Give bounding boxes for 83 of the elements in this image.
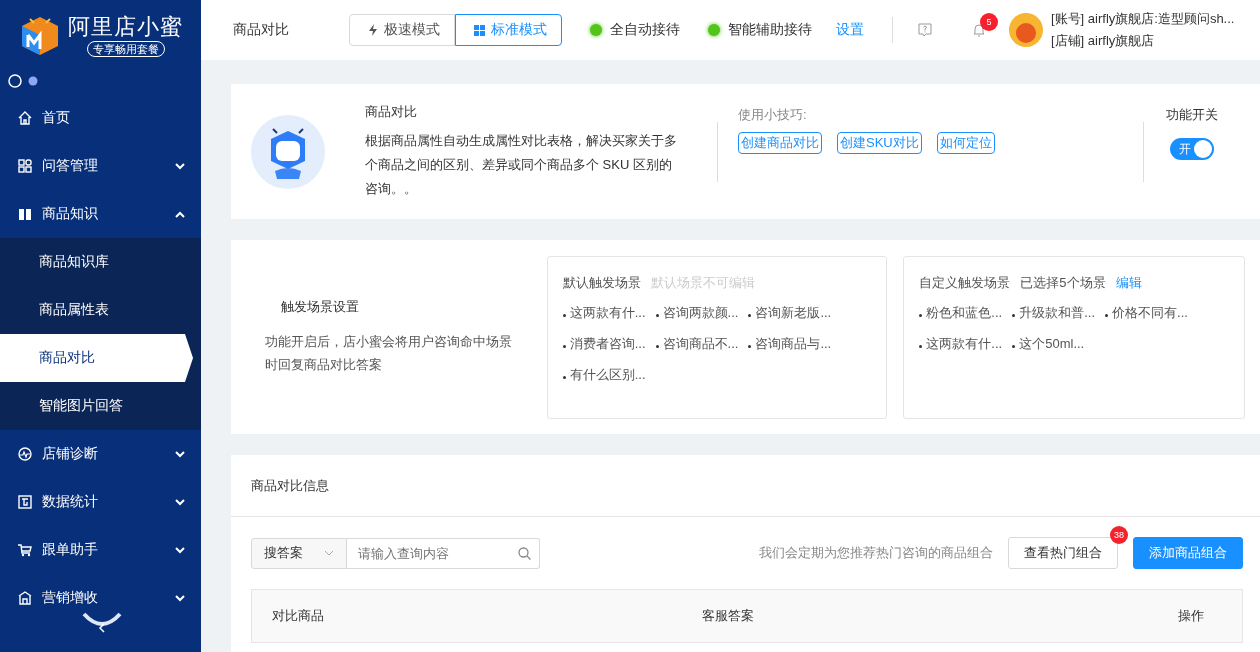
- scenario-item: 有什么区别...: [569, 365, 646, 384]
- bullet-icon: [748, 314, 752, 317]
- app-title: 阿里店小蜜: [68, 13, 183, 40]
- column-header: 对比商品: [271, 607, 324, 625]
- chevron-down-icon: [175, 546, 185, 554]
- book-icon: [17, 206, 33, 222]
- mode-tab[interactable]: 极速模式: [349, 14, 455, 46]
- tips-label: 使用小技巧:: [738, 106, 808, 124]
- count-badge: 38: [1110, 526, 1128, 544]
- menu-item[interactable]: 跟单助手: [0, 526, 201, 574]
- scenario-item: 升级款和普...: [1019, 303, 1096, 322]
- panel-title: 自定义触发场景: [919, 273, 1011, 292]
- lightning-icon: [368, 24, 378, 36]
- bullet-icon: [919, 345, 923, 348]
- scenario-item: 这两款有什...: [926, 334, 1003, 353]
- bell-icon[interactable]: [971, 22, 987, 38]
- bullet-icon: [655, 345, 659, 348]
- menu-item[interactable]: 商品知识: [0, 190, 201, 238]
- hint-text: 我们会定期为您推荐热门咨询的商品组合: [759, 544, 993, 562]
- search-type-select[interactable]: 搜答案: [251, 537, 347, 569]
- bullet-icon: [1012, 314, 1016, 317]
- robot-mascot-icon: [251, 114, 325, 189]
- chevron-down-icon: [324, 550, 334, 556]
- scenario-item: 价格不同有...: [1112, 303, 1188, 322]
- bullet-icon: [562, 314, 566, 317]
- scenario-item: 消费者咨询...: [569, 334, 646, 353]
- search-icon[interactable]: [518, 546, 531, 560]
- column-header: 操作: [1177, 607, 1204, 625]
- bullet-icon: [748, 345, 752, 348]
- shop-name: [店铺] airfly旗舰店: [1051, 32, 1156, 50]
- chevron-down-icon: [175, 498, 185, 506]
- scenario-item: 咨询新老版...: [755, 303, 832, 322]
- scenario-item: 粉色和蓝色...: [926, 303, 1003, 322]
- switch-label: 功能开关: [1166, 106, 1218, 124]
- section-title: 触发场景设置: [280, 298, 360, 316]
- scenario-item: 咨询两款颜...: [662, 303, 739, 322]
- bullet-icon: [1012, 345, 1016, 348]
- panel-note: 已选择5个场景: [1020, 273, 1106, 292]
- grid-icon: [17, 158, 33, 174]
- scenario-item: 这个50ml...: [1019, 334, 1085, 353]
- menu-item[interactable]: 店铺诊断: [0, 430, 201, 478]
- chart-icon: [17, 494, 33, 510]
- scenario-item: 这两款有什...: [569, 303, 646, 322]
- store-icon: [17, 590, 33, 606]
- pulse-icon: [17, 446, 33, 462]
- menu-item[interactable]: 营销增收: [0, 574, 201, 622]
- description: 根据商品属性自动生成属性对比表格，解决买家关于多个商品之间的区别、差异或同个商品多个 SKU 区别的咨询。。: [365, 131, 677, 198]
- scenario-item: 咨询商品不...: [662, 334, 739, 353]
- chevron-down-icon: [175, 594, 185, 602]
- menu-item[interactable]: 数据统计: [0, 478, 201, 526]
- hot-combos-button[interactable]: 查看热门组合: [1008, 537, 1118, 569]
- status-label: 全自动接待: [610, 21, 680, 39]
- submenu-item[interactable]: 商品知识库: [0, 238, 201, 286]
- circle-icon[interactable]: [8, 74, 22, 88]
- column-header: 客服答案: [702, 607, 754, 625]
- bullet-icon: [562, 345, 566, 348]
- section-title: 商品对比: [365, 102, 418, 121]
- page-title: 商品对比: [233, 21, 290, 39]
- panel-title: 默认触发场景: [562, 273, 641, 292]
- grid-icon: [474, 24, 485, 36]
- submenu-item[interactable]: 商品属性表: [0, 286, 201, 334]
- bullet-icon: [1105, 314, 1109, 317]
- description: 功能开启后，店小蜜会将用户咨询命中场景时回复商品对比答案: [265, 333, 513, 374]
- bullet-icon: [562, 376, 566, 379]
- section-title: 商品对比信息: [231, 455, 1260, 517]
- submenu-item[interactable]: 商品对比: [0, 334, 193, 382]
- bullet-icon: [655, 314, 659, 317]
- notification-badge: 5: [980, 13, 998, 31]
- scenario-item: 咨询商品与...: [755, 334, 832, 353]
- home-icon: [17, 110, 33, 126]
- account-name: [账号] airfly旗舰店:造型顾问sh...: [1051, 10, 1235, 28]
- chevron-up-icon: [175, 210, 185, 218]
- search-field[interactable]: 请输入查询内容: [347, 537, 540, 569]
- menu-item[interactable]: 首页: [0, 94, 201, 142]
- chevron-down-icon: [175, 162, 185, 170]
- status-label: 智能辅助接待: [728, 21, 812, 39]
- menu-item[interactable]: 问答管理: [0, 142, 201, 190]
- dot-icon[interactable]: [28, 76, 38, 86]
- submenu-item[interactable]: 智能图片回答: [0, 382, 201, 430]
- cart-icon: [17, 542, 33, 558]
- chevron-down-icon: [175, 450, 185, 458]
- bullet-icon: [919, 314, 923, 317]
- avatar-icon: [1009, 13, 1043, 47]
